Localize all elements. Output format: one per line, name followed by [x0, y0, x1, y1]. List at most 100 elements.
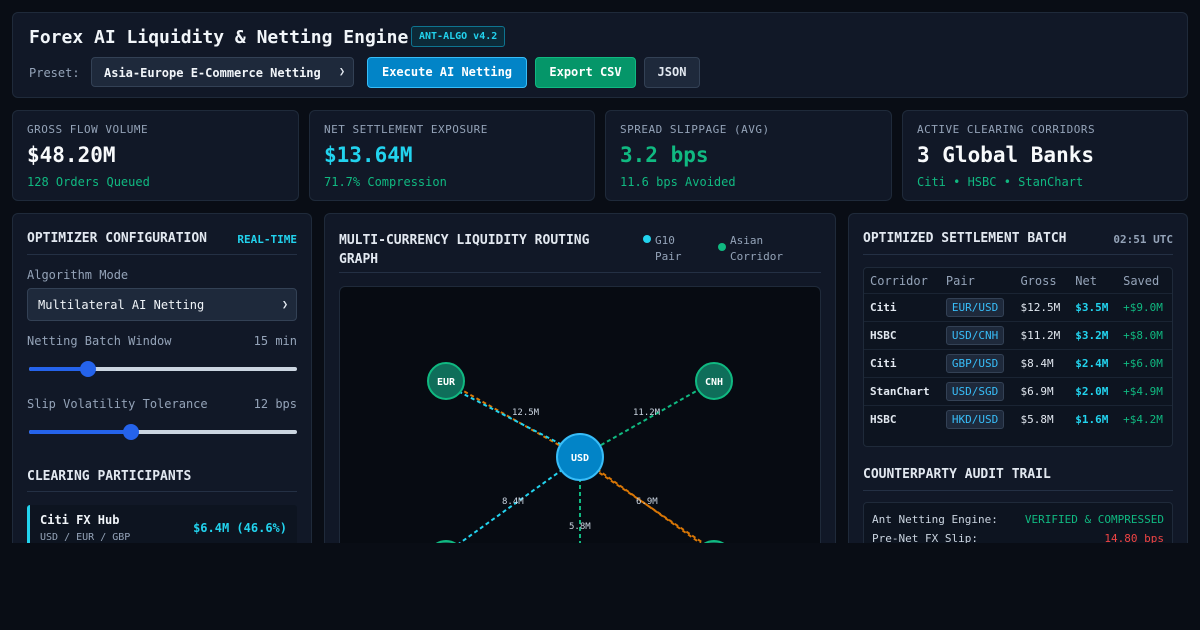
kpi-label: NET SETTLEMENT EXPOSURE	[324, 123, 488, 136]
table-row[interactable]: HSBC USD/CNH $11.2M $3.2M +$8.0M	[864, 321, 1172, 350]
node-label: EUR	[437, 377, 456, 388]
column-header: Gross	[1020, 274, 1057, 288]
participant-pairs: USD / EUR / GBP	[40, 532, 131, 543]
cell-gross: $11.2M	[1014, 321, 1070, 350]
json-button[interactable]: JSON	[644, 57, 700, 88]
edge-label-bm: 5.8M	[569, 522, 591, 532]
kpi-label: GROSS FLOW VOLUME	[27, 123, 149, 136]
kpi-value: 3 Global Banks	[917, 143, 1095, 167]
cell-net: $2.0M	[1069, 377, 1118, 406]
cell-corridor: Citi	[864, 293, 940, 322]
cell-pair: USD/CNH	[939, 321, 1015, 350]
algorithm-mode-label: Algorithm Mode	[27, 268, 129, 282]
preset-label: Preset:	[29, 66, 80, 80]
graph-title-line: GRAPH	[339, 252, 379, 267]
cell-corridor: HSBC	[864, 405, 940, 434]
node-eur[interactable]: EUR	[427, 362, 465, 400]
header-bar: Forex AI Liquidity & Netting Engine ANT-…	[12, 12, 1188, 98]
column-header: Net	[1075, 274, 1097, 288]
audit-label: Ant Netting Engine:	[872, 513, 998, 526]
node-bottom-left[interactable]	[428, 540, 464, 543]
column-header: Corridor	[870, 274, 928, 288]
cell-pair: EUR/USD	[939, 293, 1015, 322]
participants-title: CLEARING PARTICIPANTS	[27, 469, 192, 484]
pair-chip: USD/CNH	[945, 326, 1005, 345]
participant-card[interactable]: Citi FX Hub USD / EUR / GBP $6.4M (46.6%…	[27, 505, 297, 543]
kpi-spread-slippage: SPREAD SLIPPAGE (AVG) 3.2 bps 11.6 bps A…	[605, 110, 892, 201]
divider	[339, 272, 821, 273]
kpi-value: $13.64M	[324, 143, 413, 167]
execute-netting-button[interactable]: Execute AI Netting	[367, 57, 527, 88]
kpi-label: ACTIVE CLEARING CORRIDORS	[917, 123, 1096, 136]
cell-pair: USD/SGD	[939, 377, 1015, 406]
table-header-row: Corridor Pair Gross Net Saved	[864, 268, 1172, 294]
column-header: Pair	[945, 274, 975, 288]
edge-label-bl: 8.4M	[502, 497, 524, 507]
pair-chip: GBP/USD	[945, 354, 1005, 373]
audit-trail: Ant Netting Engine: VERIFIED & COMPRESSE…	[863, 502, 1173, 543]
divider	[863, 490, 1173, 491]
participant-amount: $6.4M (46.6%)	[193, 521, 287, 535]
cell-gross: $12.5M	[1014, 293, 1070, 322]
cell-saved: +$4.9M	[1117, 377, 1172, 406]
cell-corridor: Citi	[864, 349, 940, 378]
slider-thumb[interactable]	[79, 361, 96, 377]
legend-text: Pair	[655, 250, 682, 263]
slider-thumb[interactable]	[122, 424, 139, 440]
cell-net: $2.4M	[1069, 349, 1118, 378]
kpi-net-exposure: NET SETTLEMENT EXPOSURE $13.64M 71.7% Co…	[309, 110, 595, 201]
routing-graph: 12.5M 11.2M 8.4M 5.8M 6.9M EUR CNH USD	[339, 286, 821, 543]
algorithm-mode-value: Multilateral AI Netting	[38, 298, 205, 312]
table-row[interactable]: StanChart USD/SGD $6.9M $2.0M +$4.9M	[864, 377, 1172, 406]
legend-asian: Asian Corridor	[730, 233, 783, 265]
routing-graph-panel: MULTI-CURRENCY LIQUIDITY ROUTING GRAPH G…	[324, 213, 836, 543]
cell-saved: +$8.0M	[1117, 321, 1172, 350]
cell-net: $3.5M	[1069, 293, 1118, 322]
export-csv-button[interactable]: Export CSV	[535, 57, 636, 88]
cell-gross: $8.4M	[1014, 349, 1070, 378]
cell-corridor: HSBC	[864, 321, 940, 350]
settlement-time: 02:51 UTC	[1113, 233, 1173, 246]
slip-tolerance-value: 12 bps	[253, 397, 297, 411]
slip-tolerance-slider[interactable]	[29, 424, 297, 440]
audit-label: Pre-Net FX Slip:	[872, 532, 978, 543]
table-row[interactable]: Citi EUR/USD $12.5M $3.5M +$9.0M	[864, 293, 1172, 322]
table-row[interactable]: Citi GBP/USD $8.4M $2.4M +$6.0M	[864, 349, 1172, 378]
settlement-title: OPTIMIZED SETTLEMENT BATCH	[863, 231, 1067, 246]
optimizer-panel: OPTIMIZER CONFIGURATION REAL-TIME Algori…	[12, 213, 312, 543]
audit-title: COUNTERPARTY AUDIT TRAIL	[863, 467, 1051, 482]
legend-dot-g10	[643, 235, 651, 243]
algorithm-mode-select[interactable]: Multilateral AI Netting ❯	[27, 288, 297, 321]
chevron-down-icon: ❯	[281, 299, 288, 310]
kpi-clearing-corridors: ACTIVE CLEARING CORRIDORS 3 Global Banks…	[902, 110, 1188, 201]
divider	[863, 254, 1173, 255]
node-usd[interactable]: USD	[556, 433, 604, 481]
audit-value: VERIFIED & COMPRESSED	[1024, 513, 1164, 526]
preset-select[interactable]: Asia-Europe E-Commerce Netting ❯	[91, 57, 354, 87]
legend-dot-asian	[718, 243, 726, 251]
pair-chip: USD/SGD	[945, 382, 1005, 401]
slip-tolerance-label: Slip Volatility Tolerance	[27, 397, 208, 411]
kpi-value: $48.20M	[27, 143, 116, 167]
participant-name: Citi FX Hub	[40, 513, 120, 527]
kpi-subtext: Citi • HSBC • StanChart	[917, 175, 1084, 189]
legend-text: G10	[655, 234, 675, 247]
cell-pair: GBP/USD	[939, 349, 1015, 378]
graph-title-line: MULTI-CURRENCY LIQUIDITY ROUTING	[339, 233, 590, 248]
kpi-subtext: 71.7% Compression	[324, 175, 447, 189]
kpi-subtext: 11.6 bps Avoided	[620, 175, 736, 189]
edge-label-cnh: 11.2M	[633, 408, 661, 418]
batch-window-label: Netting Batch Window	[27, 334, 172, 348]
divider	[27, 491, 297, 492]
node-label: USD	[571, 453, 589, 464]
kpi-label: SPREAD SLIPPAGE (AVG)	[620, 123, 770, 136]
cell-net: $3.2M	[1069, 321, 1118, 350]
table-row[interactable]: HSBC HKD/USD $5.8M $1.6M +$4.2M	[864, 405, 1172, 434]
chevron-down-icon: ❯	[338, 66, 345, 78]
divider	[27, 254, 297, 255]
node-label: CNH	[705, 377, 723, 388]
version-badge: ANT-ALGO v4.2	[411, 26, 506, 47]
pair-chip: HKD/USD	[945, 410, 1005, 430]
node-cnh[interactable]: CNH	[695, 362, 733, 400]
batch-window-slider[interactable]	[29, 361, 297, 377]
